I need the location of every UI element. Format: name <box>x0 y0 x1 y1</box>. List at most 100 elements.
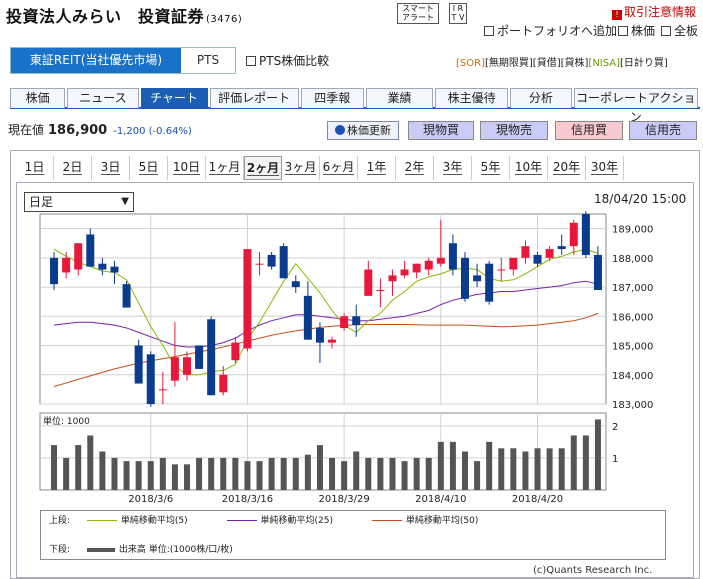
date-tick-label: 2018/3/16 <box>222 494 273 505</box>
volume-bar <box>51 445 58 490</box>
candle-body <box>183 357 191 375</box>
legend-ma5-swatch <box>86 520 117 521</box>
candle-body <box>424 260 433 270</box>
candle-body <box>110 266 119 273</box>
volume-bar <box>449 441 456 490</box>
legend-lower-label: 下段: <box>49 545 71 555</box>
candle-body <box>557 246 566 250</box>
volume-unit-label: 単位: 1000 <box>43 415 90 427</box>
volume-bar <box>353 451 360 490</box>
volume-bar <box>208 457 215 490</box>
volume-bar <box>522 451 529 490</box>
volume-bar <box>99 451 106 490</box>
volume-tick-label: 1 <box>612 454 618 465</box>
volume-bar <box>462 451 468 490</box>
date-tick-label: 2018/3/29 <box>318 494 369 505</box>
price-tick-label: 183,000 <box>612 400 653 411</box>
volume-bar <box>292 457 299 490</box>
volume-bar <box>171 464 178 490</box>
candle-body <box>436 257 445 264</box>
candle-body <box>340 316 349 328</box>
ma25-line <box>53 280 599 348</box>
candle-body <box>243 249 252 349</box>
volume-bar <box>184 464 190 490</box>
volume-bar <box>232 457 239 490</box>
candle-body <box>267 254 276 267</box>
volume-bar <box>546 448 553 490</box>
candle-body <box>388 275 397 282</box>
stock-chart: 189,000 188,000 187,000 186,000 185,000 184,0… <box>39 211 653 505</box>
volume-bar <box>486 441 493 490</box>
legend-ma25-label: 単純移動平均(25) <box>260 516 334 526</box>
volume-bar <box>135 461 142 490</box>
volume-bar <box>147 461 154 490</box>
candle-body <box>328 339 337 343</box>
candle-body <box>158 389 167 391</box>
legend-upper-label: 上段: <box>49 516 71 526</box>
volume-bar <box>280 457 287 490</box>
candle-body <box>74 243 83 270</box>
date-tick-label: 2018/4/10 <box>415 494 466 505</box>
volume-bar <box>558 448 565 490</box>
candle-body <box>364 269 373 296</box>
volume-bar <box>159 457 166 490</box>
candle-body <box>207 319 216 396</box>
chart-legend: 上段: 単純移動平均(5) 単純移動平均(25) 単純移動平均(50) 下段: … <box>40 510 666 560</box>
candle-body <box>485 263 494 302</box>
price-plot-frame <box>39 213 607 405</box>
volume-tick-label: 2 <box>612 422 618 433</box>
legend-ma50-label: 単純移動平均(50) <box>405 516 479 526</box>
volume-bar <box>63 457 70 490</box>
candle-body <box>376 290 385 291</box>
candle-body <box>533 254 542 264</box>
volume-bar <box>75 445 82 490</box>
candle-body <box>62 257 71 273</box>
volume-bar <box>87 435 94 490</box>
date-tick-label: 2018/3/6 <box>128 494 173 505</box>
legend-volume-label: 出来高 単位:(1000株/口/枚) <box>118 545 233 555</box>
legend-ma5-label: 単純移動平均(5) <box>120 516 188 526</box>
candle-body <box>291 281 300 288</box>
candle-body <box>50 257 59 285</box>
volume-bar <box>570 435 577 490</box>
candle-body <box>569 222 578 247</box>
price-tick-label: 185,000 <box>612 342 653 353</box>
volume-bar <box>534 448 541 490</box>
candle-body <box>448 243 457 270</box>
candle-body <box>581 214 590 255</box>
volume-bar <box>425 457 432 490</box>
candle-body <box>497 269 506 271</box>
candle-body <box>303 295 312 340</box>
candle-body <box>315 328 324 343</box>
volume-bar <box>401 461 408 490</box>
candle-body <box>122 284 131 308</box>
candle-body <box>545 249 554 258</box>
volume-bar <box>256 461 263 490</box>
copyright: (c)Quants Research Inc. <box>533 565 653 576</box>
volume-bar <box>304 454 311 490</box>
volume-bar <box>220 457 227 490</box>
candle-body <box>400 269 409 276</box>
candle-body <box>509 257 518 270</box>
candle-body <box>86 234 95 267</box>
volume-bar <box>111 457 118 490</box>
candle-body <box>412 263 421 273</box>
volume-bar <box>196 457 203 490</box>
volume-bar <box>316 445 323 490</box>
volume-bar <box>377 457 384 490</box>
legend-ma25-swatch <box>226 520 257 521</box>
price-tick-label: 189,000 <box>612 225 653 236</box>
candle-body <box>98 263 107 270</box>
price-tick-label: 186,000 <box>612 312 653 323</box>
price-tick-label: 187,000 <box>612 283 653 294</box>
volume-bar <box>268 457 275 490</box>
price-tick-label: 188,000 <box>612 254 653 265</box>
volume-bar <box>123 461 130 490</box>
candle-body <box>279 246 288 279</box>
candle-body <box>461 257 469 299</box>
volume-bar <box>582 435 589 490</box>
legend-lower: 下段: 出来高 単位:(1000株/口/枚) <box>49 542 233 555</box>
volume-bar <box>244 461 251 490</box>
candle-body <box>146 354 155 404</box>
volume-bar <box>341 461 348 490</box>
